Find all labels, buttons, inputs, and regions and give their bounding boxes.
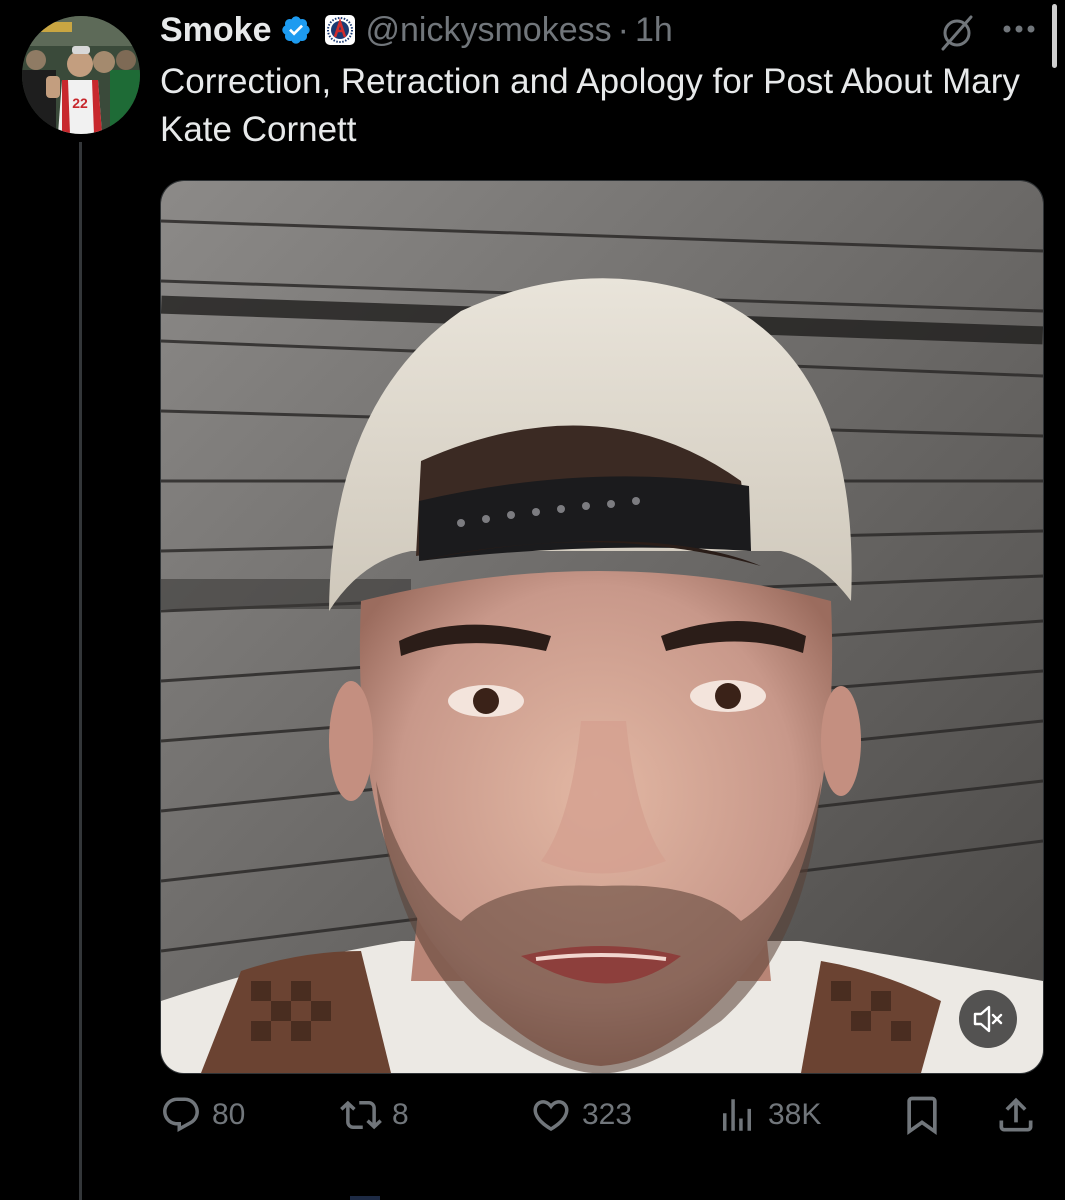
avatar[interactable]: 22 — [22, 16, 140, 134]
reply-count: 80 — [212, 1098, 246, 1131]
more-options-icon[interactable] — [1000, 14, 1038, 44]
display-name[interactable]: Smoke — [160, 11, 272, 50]
analytics-icon — [723, 1099, 751, 1131]
thread-line — [79, 142, 82, 1200]
share-button[interactable] — [994, 1090, 1038, 1140]
tweet-header: Smoke @nickysmokess · 1h — [160, 6, 673, 54]
avatar-jersey-number: 22 — [72, 95, 88, 111]
verified-badge-icon[interactable] — [280, 14, 312, 46]
barstool-affiliate-badge-icon[interactable] — [324, 14, 356, 46]
video-player[interactable] — [160, 180, 1044, 1074]
tweet-text: Correction, Retraction and Apology for P… — [160, 62, 1020, 149]
mute-button[interactable] — [959, 990, 1017, 1048]
avatar-image: 22 — [22, 16, 140, 134]
views-button[interactable]: 38K — [716, 1090, 821, 1140]
reply-button[interactable]: 80 — [160, 1090, 245, 1140]
handle[interactable]: @nickysmokess — [366, 11, 612, 50]
repost-button[interactable]: 8 — [340, 1090, 409, 1140]
share-icon — [999, 1097, 1033, 1132]
like-count: 323 — [582, 1098, 633, 1131]
repost-count: 8 — [392, 1098, 409, 1131]
heart-icon — [533, 1100, 569, 1132]
video-frame — [161, 181, 1043, 1073]
views-count: 38K — [768, 1098, 822, 1131]
grok-icon[interactable] — [938, 14, 976, 52]
separator-dot: · — [617, 10, 629, 49]
action-bar: 80 8 323 38K — [160, 1090, 1042, 1140]
speaker-muted-icon — [973, 1005, 1003, 1033]
scrollbar[interactable] — [1052, 4, 1057, 68]
reply-icon — [163, 1097, 199, 1132]
bookmark-button[interactable] — [900, 1090, 944, 1140]
bookmark-icon — [907, 1096, 937, 1136]
timestamp[interactable]: 1h — [635, 11, 673, 50]
like-button[interactable]: 323 — [530, 1090, 632, 1140]
repost-icon — [340, 1100, 382, 1130]
next-tweet-avatar[interactable] — [350, 1196, 380, 1200]
